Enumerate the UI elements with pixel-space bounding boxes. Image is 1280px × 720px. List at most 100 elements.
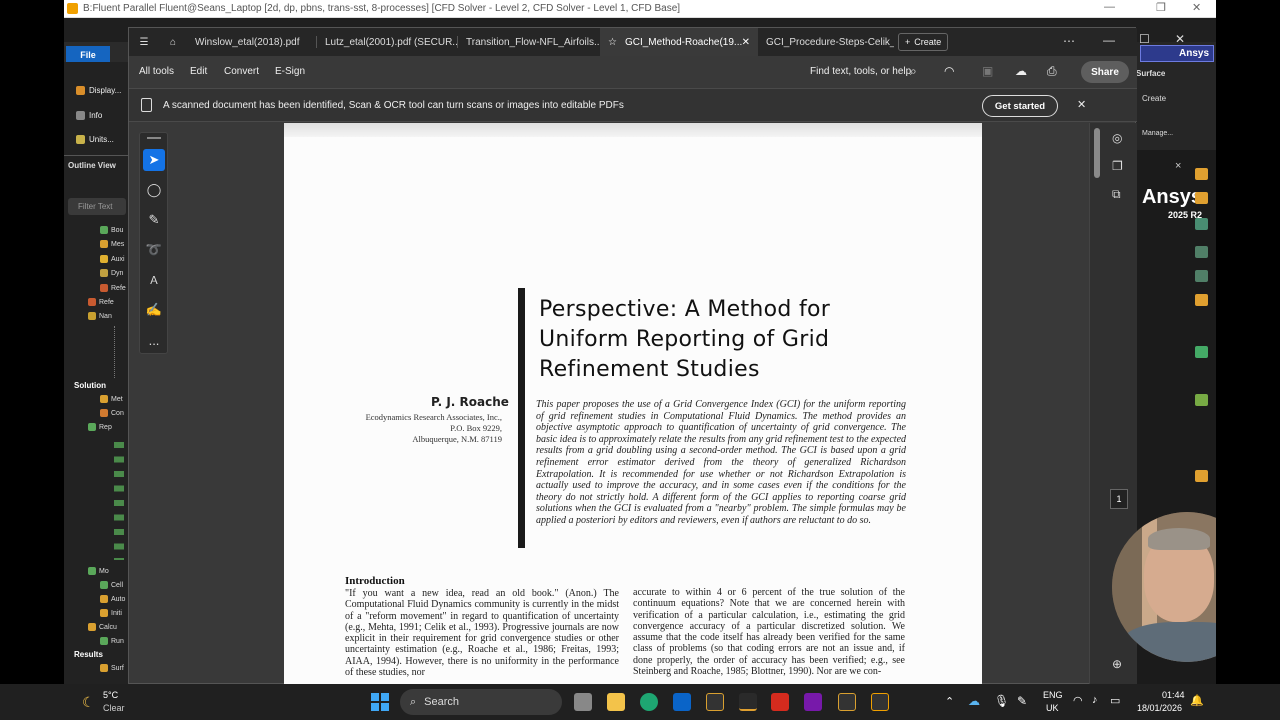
hamburger-menu-icon[interactable]: ☰: [129, 28, 159, 56]
tree-item[interactable]: Refe: [88, 298, 114, 306]
tree-item[interactable]: Auxi: [100, 255, 125, 263]
graphics-toolbar-icon[interactable]: [1195, 192, 1208, 204]
tab-gci-method-roache[interactable]: ☆ GCI_Method-Roache(19... ✕: [600, 28, 758, 56]
tree-item[interactable]: Rep: [88, 423, 112, 431]
plot-icon[interactable]: [1195, 346, 1208, 358]
tree-solution[interactable]: Solution: [74, 381, 106, 390]
tree-item[interactable]: Dyn: [100, 269, 123, 277]
weather-moon-icon[interactable]: ☾: [82, 694, 95, 711]
tab-gci-procedure[interactable]: GCI_Procedure-Steps-Celik_...: [758, 28, 894, 56]
grip-handle[interactable]: [147, 137, 161, 139]
minimize-icon[interactable]: —: [1104, 1, 1115, 13]
tree-item[interactable]: Met: [100, 395, 123, 403]
create-tab-button[interactable]: + Create: [898, 33, 949, 51]
star-icon[interactable]: ☆: [608, 37, 617, 48]
maximize-icon[interactable]: ☐: [1139, 32, 1150, 46]
acrobat-icon[interactable]: [771, 693, 789, 711]
print-icon[interactable]: ⎙: [1047, 64, 1057, 79]
graphics-toolbar-icon[interactable]: [1195, 168, 1208, 180]
menu-e-sign[interactable]: E-Sign: [275, 66, 305, 77]
save-icon[interactable]: ▣: [982, 64, 993, 78]
graphics-toolbar-icon[interactable]: [1195, 270, 1208, 282]
notification-bell-icon[interactable]: 🔔: [1190, 694, 1204, 707]
highlight-pen-icon[interactable]: ✎: [143, 209, 165, 231]
ai-assistant-icon[interactable]: ◎: [1112, 131, 1122, 145]
menu-edit[interactable]: Edit: [190, 66, 207, 77]
filter-text-input[interactable]: Filter Text: [68, 198, 126, 215]
clock-date[interactable]: 18/01/2026: [1137, 703, 1182, 713]
volume-icon[interactable]: ♪: [1092, 694, 1098, 706]
tree-item[interactable]: Auto: [100, 595, 125, 603]
share-button[interactable]: Share: [1081, 61, 1129, 83]
wifi-icon[interactable]: ◠: [1073, 694, 1083, 707]
pdf-page[interactable]: Perspective: A Method for Uniform Report…: [284, 123, 982, 685]
search-icon[interactable]: ⌕: [910, 64, 917, 79]
tree-item[interactable]: Nan: [88, 312, 112, 320]
weather-desc[interactable]: Clear: [103, 703, 125, 713]
headphones-icon[interactable]: ◠: [944, 64, 954, 78]
info-button[interactable]: Info: [76, 111, 102, 120]
battery-icon[interactable]: ▭: [1110, 694, 1120, 707]
weather-temp[interactable]: 5°C: [103, 690, 118, 700]
text-box-icon[interactable]: Ａ: [143, 269, 165, 291]
bookmark-icon[interactable]: ❐: [1112, 159, 1123, 173]
comment-icon[interactable]: ◯: [143, 179, 165, 201]
tree-item[interactable]: Bou: [100, 226, 123, 234]
manage-button[interactable]: Manage...: [1142, 130, 1173, 137]
units-button[interactable]: Units...: [76, 135, 114, 144]
close-tab-icon[interactable]: ✕: [742, 37, 750, 48]
get-started-button[interactable]: Get started: [982, 95, 1058, 117]
matlab-icon[interactable]: [739, 693, 757, 711]
tree-item[interactable]: Run: [100, 637, 124, 645]
microphone-icon[interactable]: 🎙: [994, 694, 1009, 708]
onedrive-icon[interactable]: ☁: [968, 694, 980, 708]
tree-item[interactable]: Refe: [100, 284, 126, 292]
maximize-icon[interactable]: ❐: [1156, 1, 1166, 14]
language-code[interactable]: ENG: [1043, 690, 1063, 700]
tree-item[interactable]: Mo: [88, 567, 109, 575]
more-tools-icon[interactable]: ...: [143, 329, 165, 351]
taskbar-search[interactable]: ⌕ Search: [400, 689, 562, 715]
select-cursor-icon[interactable]: ➤: [143, 149, 165, 171]
edge-browser-icon[interactable]: [640, 693, 658, 711]
tab-lutz[interactable]: Lutz_etal(2001).pdf (SECUR...: [317, 28, 458, 56]
find-text-tools-help[interactable]: Find text, tools, or help: [810, 66, 911, 77]
fluent-icon[interactable]: [871, 693, 889, 711]
tree-item[interactable]: Calcu: [88, 623, 117, 631]
draw-lasso-icon[interactable]: ➰: [143, 239, 165, 261]
show-hidden-icons-icon[interactable]: ⌃: [945, 695, 954, 708]
task-view-icon[interactable]: [574, 693, 592, 711]
graphics-toolbar-icon[interactable]: [1195, 218, 1208, 230]
close-icon[interactable]: ×: [1175, 160, 1181, 172]
minimize-icon[interactable]: —: [1103, 33, 1115, 47]
onenote-icon[interactable]: [804, 693, 822, 711]
menu-all-tools[interactable]: All tools: [139, 66, 174, 77]
home-icon[interactable]: ⌂: [159, 28, 187, 56]
clock-time[interactable]: 01:44: [1162, 690, 1185, 700]
display-button[interactable]: Display...: [76, 86, 121, 95]
tab-transition-flow[interactable]: Transition_Flow-NFL_Airfoils...: [458, 28, 600, 56]
tree-item[interactable]: Cell: [100, 581, 123, 589]
file-explorer-icon[interactable]: [607, 693, 625, 711]
workbench-icon[interactable]: [838, 693, 856, 711]
sign-icon[interactable]: ✍: [143, 299, 165, 321]
tab-winslow[interactable]: Winslow_etal(2018).pdf: [187, 28, 317, 56]
close-icon[interactable]: ✕: [1175, 32, 1185, 46]
pen-icon[interactable]: ✎: [1017, 694, 1027, 708]
graphics-toolbar-icon[interactable]: [1195, 470, 1208, 482]
graphics-toolbar-icon[interactable]: [1195, 394, 1208, 406]
tree-item[interactable]: Surf: [100, 664, 124, 672]
pages-icon[interactable]: ⧉: [1112, 187, 1121, 202]
overflow-menu-icon[interactable]: ⋯: [1063, 34, 1075, 48]
language-region[interactable]: UK: [1046, 703, 1059, 713]
tree-item[interactable]: Con: [100, 409, 124, 417]
close-icon[interactable]: ✕: [1192, 1, 1201, 14]
create-button[interactable]: Create: [1142, 94, 1166, 103]
tree-results[interactable]: Results: [74, 650, 103, 659]
dismiss-icon[interactable]: ✕: [1077, 98, 1086, 111]
graphics-toolbar-icon[interactable]: [1195, 294, 1208, 306]
outlook-icon[interactable]: [673, 693, 691, 711]
workbench-icon[interactable]: [706, 693, 724, 711]
vertical-scrollbar[interactable]: [1094, 128, 1100, 178]
start-windows-icon[interactable]: [371, 693, 389, 711]
